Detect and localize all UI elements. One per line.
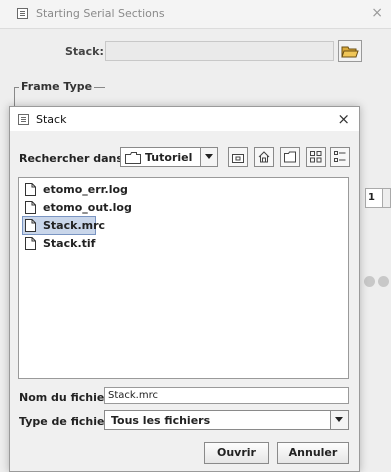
chevron-down-icon[interactable] <box>200 148 217 166</box>
cancel-button[interactable]: Annuler <box>277 442 349 464</box>
dialog-app-icon <box>18 114 29 125</box>
list-item[interactable]: etomo_out.log <box>23 199 133 216</box>
parent-close-icon[interactable]: × <box>371 5 383 21</box>
file-icon <box>25 237 36 250</box>
look-in-label: Rechercher dans : <box>19 152 132 165</box>
chevron-down-icon[interactable] <box>330 411 348 429</box>
status-circle-icon <box>364 276 375 287</box>
file-name: etomo_out.log <box>43 201 132 214</box>
list-item[interactable]: Stack.tif <box>23 235 133 252</box>
dialog-title-bar: Stack × <box>10 107 359 131</box>
file-list[interactable]: etomo_err.log etomo_out.log Stack.mrc St… <box>18 177 349 379</box>
spinner-arrows[interactable] <box>382 189 390 207</box>
app-icon <box>17 8 28 19</box>
list-item-selected[interactable]: Stack.mrc <box>22 216 105 235</box>
new-folder-button[interactable] <box>280 147 300 167</box>
dialog-close-icon[interactable]: × <box>337 110 350 128</box>
folder-icon <box>125 152 141 164</box>
open-folder-icon <box>341 46 359 58</box>
file-chooser-dialog: Stack × Rechercher dans : Tutoriel etomo… <box>9 106 360 472</box>
details-view-button[interactable] <box>330 147 350 167</box>
frame-type-label: Frame Type <box>19 80 95 93</box>
open-button[interactable]: Ouvrir <box>204 442 269 464</box>
file-icon <box>25 219 36 232</box>
file-name: Stack.tif <box>43 237 96 250</box>
details-view-icon <box>334 151 346 162</box>
file-icon <box>25 183 36 196</box>
up-folder-icon <box>232 154 244 163</box>
browse-button[interactable] <box>338 40 362 62</box>
file-icon <box>25 201 36 214</box>
new-folder-icon <box>284 151 296 163</box>
file-name: etomo_err.log <box>43 183 128 196</box>
status-circle-icon <box>378 276 389 287</box>
home-icon <box>258 151 270 163</box>
list-view-button[interactable] <box>306 147 326 167</box>
file-type-dropdown[interactable]: Tous les fichiers <box>104 410 349 430</box>
up-folder-button[interactable] <box>228 147 248 167</box>
file-name-input[interactable] <box>104 387 349 404</box>
stack-path-field[interactable] <box>105 41 334 61</box>
file-name: Stack.mrc <box>43 219 106 232</box>
list-view-icon <box>310 151 322 163</box>
list-item[interactable]: etomo_err.log <box>23 181 133 198</box>
parent-window-title: Starting Serial Sections <box>36 7 165 20</box>
section-spinner[interactable]: 1 <box>365 188 391 208</box>
parent-title-bar: Starting Serial Sections × <box>0 0 391 29</box>
look-in-dropdown[interactable]: Tutoriel <box>120 147 218 167</box>
file-type-value: Tous les fichiers <box>111 414 211 427</box>
spinner-value: 1 <box>368 192 375 203</box>
dialog-title: Stack <box>36 113 67 126</box>
look-in-value: Tutoriel <box>145 151 193 164</box>
stack-label: Stack: <box>65 45 104 58</box>
home-button[interactable] <box>254 147 274 167</box>
